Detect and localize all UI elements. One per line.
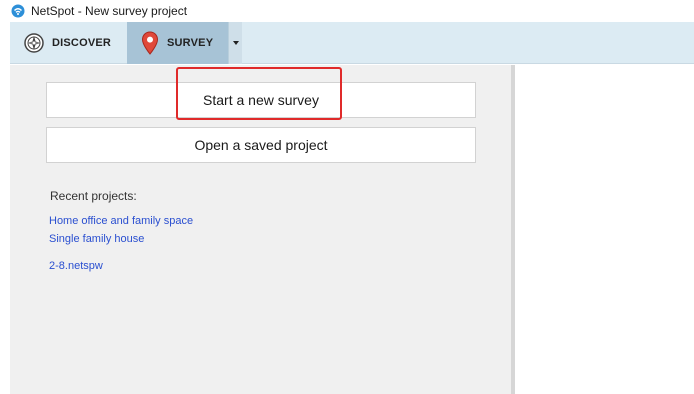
recent-project-link[interactable]: Single family house: [49, 233, 144, 245]
map-pin-icon: [141, 31, 159, 55]
discover-label: DISCOVER: [52, 37, 112, 49]
compass-icon: [24, 33, 44, 53]
recent-project-link[interactable]: 2-8.netspw: [49, 260, 103, 272]
recent-projects-heading: Recent projects:: [50, 189, 137, 203]
preview-pane: [515, 65, 694, 394]
discover-button[interactable]: DISCOVER: [10, 22, 127, 64]
recent-project-link[interactable]: Home office and family space: [49, 215, 193, 227]
start-new-survey-button[interactable]: Start a new survey: [46, 82, 476, 118]
survey-label: SURVEY: [167, 37, 214, 49]
toolbar: DISCOVER SURVEY: [10, 22, 694, 64]
caret-down-icon: [232, 40, 240, 46]
main-panel: Start a new survey Open a saved project …: [10, 65, 694, 394]
open-saved-project-button[interactable]: Open a saved project: [46, 127, 476, 163]
netspot-app-icon: [11, 4, 25, 18]
window-title: NetSpot - New survey project: [31, 4, 188, 18]
survey-button[interactable]: SURVEY: [127, 22, 228, 64]
survey-dropdown-button[interactable]: [228, 22, 242, 64]
title-bar: NetSpot - New survey project: [0, 0, 694, 22]
